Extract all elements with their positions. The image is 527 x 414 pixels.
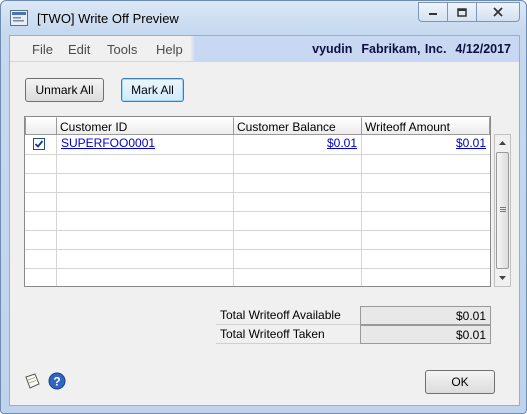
grid-row-divider [25,154,490,155]
scroll-grip-line [500,211,506,212]
grid-row-divider [25,192,490,193]
close-button[interactable] [476,2,520,22]
unmark-all-button[interactable]: Unmark All [25,78,104,102]
minimize-button[interactable] [418,2,448,22]
scroll-thumb[interactable] [496,152,509,269]
menu-tools[interactable]: Tools [107,42,137,57]
grid-header: Customer ID Customer Balance Writeoff Am… [25,117,490,135]
maximize-icon [457,7,467,17]
grid-row-divider [25,249,490,250]
menu-help[interactable]: Help [156,42,183,57]
total-taken-value: $0.01 [360,325,491,344]
company-name: Fabrikam, Inc. [361,42,447,56]
writeoff-amount-link[interactable]: $0.01 [362,135,489,153]
caption-buttons [418,2,520,22]
window-title: [TWO] Write Off Preview [37,11,179,26]
customer-id-link[interactable]: SUPERFOO0001 [58,135,232,153]
scroll-up-icon [499,141,506,145]
header-customer-id[interactable]: Customer ID [56,117,234,135]
header-writeoff-amount[interactable]: Writeoff Amount [361,117,490,135]
minimize-icon [429,13,437,15]
total-taken-label: Total Writeoff Taken [216,325,360,344]
write-off-preview-window: [TWO] Write Off Preview File Edit Tools … [0,0,527,414]
grid-row-divider [25,173,490,174]
customer-grid: Customer ID Customer Balance Writeoff Am… [24,116,491,287]
table-row[interactable]: SUPERFOO0001 $0.01 $0.01 [25,135,490,154]
scroll-grip-line [500,207,506,208]
client-area: File Edit Tools Help vyudin Fabrikam, In… [9,35,520,406]
checkmark-icon [34,140,44,148]
total-taken-row: Total Writeoff Taken $0.01 [216,325,491,344]
user-company-date: vyudin Fabrikam, Inc. 4/12/2017 [312,42,511,56]
note-icon[interactable] [23,372,41,390]
menu-edit[interactable]: Edit [68,42,90,57]
close-icon [493,7,503,17]
title-bar[interactable]: [TWO] Write Off Preview [1,1,526,35]
scroll-down-button[interactable] [495,270,510,286]
scroll-up-button[interactable] [495,135,510,151]
customer-balance-link[interactable]: $0.01 [234,135,360,153]
ok-button[interactable]: OK [425,370,495,394]
header-mark-column [25,117,57,135]
svg-text:?: ? [53,375,60,389]
help-icon[interactable]: ? [48,372,66,390]
menu-file[interactable]: File [32,42,53,57]
total-available-value: $0.01 [360,306,491,325]
header-customer-balance[interactable]: Customer Balance [233,117,362,135]
mark-all-button[interactable]: Mark All [121,78,184,102]
total-available-label: Total Writeoff Available [216,306,360,325]
user-name: vyudin [312,42,353,56]
total-available-row: Total Writeoff Available $0.01 [216,306,491,325]
system-date: 4/12/2017 [455,42,511,56]
app-window-icon [10,10,28,26]
grid-row-divider [25,230,490,231]
grid-row-divider [25,268,490,269]
grid-scrollbar[interactable] [494,134,511,287]
maximize-button[interactable] [447,2,477,22]
menu-bar: File Edit Tools Help vyudin Fabrikam, In… [10,36,519,62]
grid-row-divider [25,211,490,212]
scroll-grip-line [500,209,506,210]
scroll-down-icon [499,276,506,280]
mark-checkbox[interactable] [33,138,45,150]
